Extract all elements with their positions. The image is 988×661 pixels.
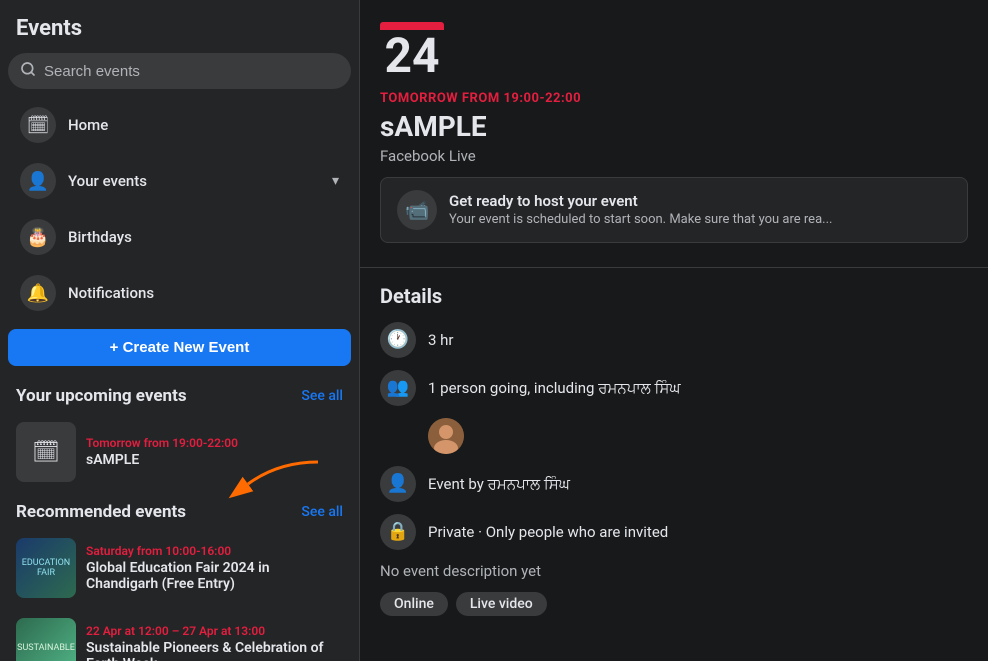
search-icon <box>20 61 36 81</box>
event-title-main: sAMPLE <box>380 110 968 143</box>
event-name: Global Education Fair 2024 in Chandigarh… <box>86 560 343 592</box>
sidebar-item-your-events[interactable]: 👤 Your events ▾ <box>8 153 351 209</box>
avatar-row <box>428 418 968 454</box>
rec-event-thumbnail-2: SUSTAINABLE <box>16 618 76 661</box>
bell-icon: 🔔 <box>20 275 56 311</box>
rec-event-thumbnail-1: EDUCATION FAIR <box>16 538 76 598</box>
upcoming-title: Your upcoming events <box>16 386 187 406</box>
sidebar-item-birthdays[interactable]: 🎂 Birthdays <box>8 209 351 265</box>
recommended-title: Recommended events <box>16 502 186 522</box>
upcoming-see-all[interactable]: See all <box>301 388 343 404</box>
person-circle-icon: 👤 <box>380 466 416 502</box>
sidebar-item-label: Notifications <box>68 284 339 302</box>
person-icon: 👤 <box>20 163 56 199</box>
event-info: Saturday from 10:00-16:00 Global Educati… <box>86 544 343 592</box>
lock-icon: 🔒 <box>380 514 416 550</box>
create-event-button[interactable]: + Create New Event <box>8 329 351 366</box>
date-badge: 24 <box>380 22 444 83</box>
tag-row: Online Live video <box>380 592 968 616</box>
event-time: Tomorrow from 19:00-22:00 <box>86 436 343 450</box>
sidebar-item-home[interactable]: 🗓 Home <box>8 97 351 153</box>
duration-text: 3 hr <box>428 331 454 349</box>
no-description: No event description yet <box>380 562 968 580</box>
event-info: Tomorrow from 19:00-22:00 sAMPLE <box>86 436 343 468</box>
upcoming-section-header: Your upcoming events See all <box>8 382 351 414</box>
sidebar-title: Events <box>8 12 351 53</box>
sidebar-item-notifications[interactable]: 🔔 Notifications <box>8 265 351 321</box>
event-name: sAMPLE <box>86 452 343 468</box>
event-date-label: TOMORROW FROM 19:00-22:00 <box>380 91 968 106</box>
people-icon: 👥 <box>380 370 416 406</box>
event-by-row: 👤 Event by ਰਮਨਪਾਲ ਸਿੰਘ <box>380 466 968 502</box>
avatar <box>428 418 464 454</box>
details-section: Details 🕐 3 hr 👥 1 person going, includi… <box>360 268 988 632</box>
attendees-row: 👥 1 person going, including ਰਮਨਪਾਲ ਸਿੰਘ <box>380 370 968 406</box>
notif-text: Get ready to host your event Your event … <box>449 192 832 227</box>
sidebar-item-label: Home <box>68 116 339 134</box>
event-by-text: Event by ਰਮਨਪਾਲ ਸਿੰਘ <box>428 475 570 493</box>
sidebar-item-label: Birthdays <box>68 228 339 246</box>
event-subtitle: Facebook Live <box>380 147 968 165</box>
privacy-text: Private · Only people who are invited <box>428 523 668 541</box>
details-title: Details <box>380 284 968 308</box>
recommended-section-header: Recommended events See all <box>8 498 351 530</box>
birthday-icon: 🎂 <box>20 219 56 255</box>
notif-title: Get ready to host your event <box>449 192 832 210</box>
event-name: Sustainable Pioneers & Celebration of Ea… <box>86 640 343 661</box>
recommended-event-item-1[interactable]: EDUCATION FAIR Saturday from 10:00-16:00… <box>8 530 351 606</box>
notif-subtitle: Your event is scheduled to start soon. M… <box>449 212 832 227</box>
chevron-down-icon: ▾ <box>332 173 339 189</box>
event-time: 22 Apr at 12:00 – 27 Apr at 13:00 <box>86 624 343 638</box>
tag-live-video[interactable]: Live video <box>456 592 547 616</box>
video-icon: 📹 <box>397 190 437 230</box>
search-input[interactable] <box>44 63 339 80</box>
search-bar[interactable] <box>8 53 351 89</box>
tag-online[interactable]: Online <box>380 592 448 616</box>
home-icon: 🗓 <box>20 107 56 143</box>
event-time: Saturday from 10:00-16:00 <box>86 544 343 558</box>
event-thumbnail: 🗓 <box>16 422 76 482</box>
event-hero: 24 TOMORROW FROM 19:00-22:00 sAMPLE Face… <box>360 0 988 165</box>
main-content: 24 TOMORROW FROM 19:00-22:00 sAMPLE Face… <box>360 0 988 661</box>
duration-row: 🕐 3 hr <box>380 322 968 358</box>
event-info: 22 Apr at 12:00 – 27 Apr at 13:00 Sustai… <box>86 624 343 661</box>
calendar-icon: 🗓 <box>32 440 60 465</box>
privacy-row: 🔒 Private · Only people who are invited <box>380 514 968 550</box>
date-number: 24 <box>384 30 439 83</box>
sidebar-item-label: Your events <box>68 172 320 190</box>
notification-banner[interactable]: 📹 Get ready to host your event Your even… <box>380 177 968 243</box>
sidebar: Events 🗓 Home 👤 Your events ▾ 🎂 Birthday… <box>0 0 360 661</box>
recommended-event-item-2[interactable]: SUSTAINABLE 22 Apr at 12:00 – 27 Apr at … <box>8 610 351 661</box>
clock-icon: 🕐 <box>380 322 416 358</box>
attendees-text: 1 person going, including ਰਮਨਪਾਲ ਸਿੰਘ <box>428 379 681 397</box>
recommended-see-all[interactable]: See all <box>301 504 343 520</box>
upcoming-event-item[interactable]: 🗓 Tomorrow from 19:00-22:00 sAMPLE <box>8 414 351 490</box>
